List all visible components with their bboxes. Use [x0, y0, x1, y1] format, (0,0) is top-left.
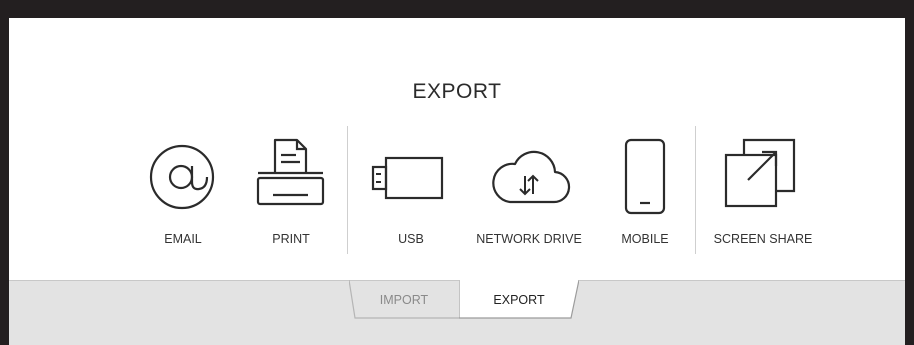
usb-option[interactable]: USB: [351, 136, 471, 256]
device-screen: EXPORT EMAIL PRINT USB NETWORK DRIVE MOB…: [0, 0, 914, 345]
screen-share-icon: [724, 138, 796, 208]
tab-bar: IMPORT EXPORT: [9, 280, 905, 345]
email-icon: [149, 144, 215, 210]
cloud-icon: [492, 150, 571, 204]
email-label: EMAIL: [164, 232, 202, 246]
email-option[interactable]: EMAIL: [123, 136, 243, 256]
network-drive-label: NETWORK DRIVE: [476, 232, 582, 246]
mobile-option[interactable]: MOBILE: [585, 136, 705, 256]
tab-import-label: IMPORT: [379, 293, 429, 307]
tab-export-label: EXPORT: [493, 293, 545, 307]
tab-import[interactable]: IMPORT: [349, 280, 459, 320]
mobile-label: MOBILE: [621, 232, 669, 246]
screen-share-option[interactable]: SCREEN SHARE: [703, 136, 823, 256]
tab-export[interactable]: EXPORT: [459, 280, 579, 320]
divider: [347, 126, 348, 254]
print-label: PRINT: [272, 232, 310, 246]
divider: [695, 126, 696, 254]
screen-share-label: SCREEN SHARE: [713, 232, 813, 246]
mobile-icon: [624, 138, 666, 215]
export-panel: EXPORT EMAIL PRINT USB NETWORK DRIVE MOB…: [9, 18, 905, 345]
print-option[interactable]: PRINT: [231, 136, 351, 256]
printer-icon: [256, 138, 325, 206]
usb-label: USB: [398, 232, 424, 246]
page-title: EXPORT: [412, 80, 502, 103]
usb-icon: [371, 156, 444, 200]
network-drive-option[interactable]: NETWORK DRIVE: [469, 136, 589, 256]
